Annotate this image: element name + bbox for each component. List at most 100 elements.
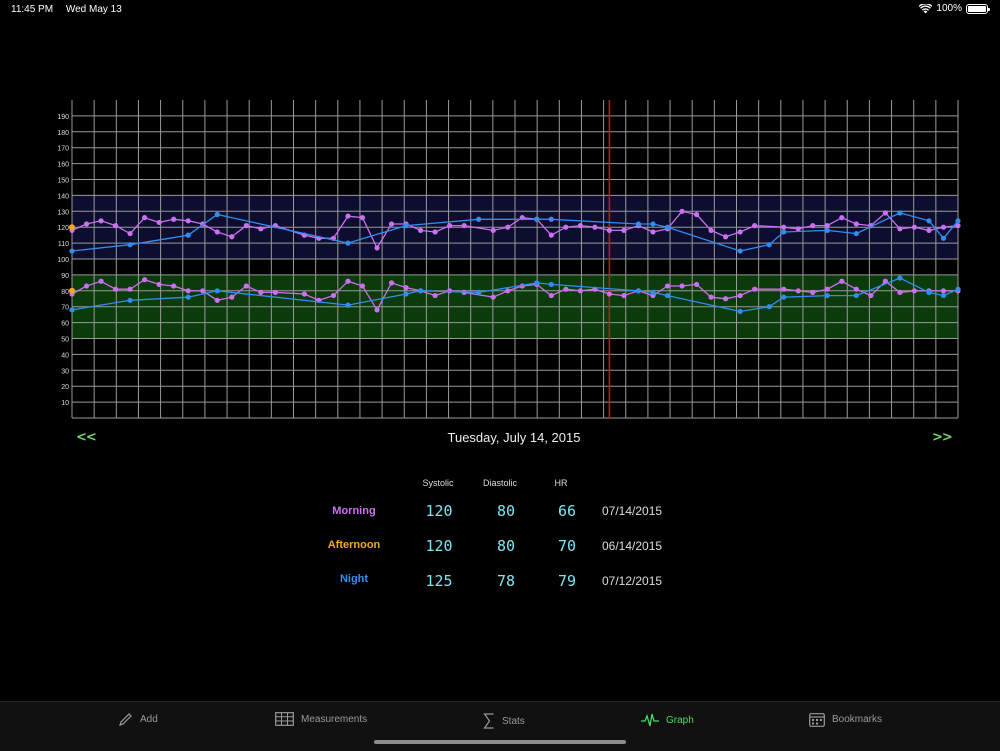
y-tick-label: 140 bbox=[57, 193, 69, 200]
y-tick-label: 110 bbox=[58, 241, 69, 248]
morning-diastolic-point bbox=[272, 289, 278, 295]
night-diastolic-point bbox=[417, 288, 424, 294]
morning-diastolic-point bbox=[345, 278, 351, 284]
morning-systolic-point bbox=[839, 215, 845, 221]
calendar-icon bbox=[809, 713, 825, 727]
morning-diastolic-point bbox=[752, 286, 758, 292]
morning-systolic-point bbox=[911, 224, 918, 230]
row-label-morning: Morning bbox=[332, 505, 376, 517]
morning-systolic-point bbox=[156, 219, 162, 226]
morning-diastolic-point bbox=[374, 307, 380, 313]
y-tick-label: 180 bbox=[57, 130, 69, 137]
y-tick-label: 40 bbox=[61, 352, 69, 359]
night-systolic-point bbox=[897, 210, 903, 216]
morning-diastolic-value: 80 bbox=[496, 502, 516, 520]
night-diastolic-point bbox=[940, 292, 947, 299]
morning-systolic-point bbox=[795, 226, 801, 232]
morning-diastolic-point bbox=[505, 288, 511, 294]
morning-diastolic-point bbox=[447, 288, 453, 294]
morning-diastolic-point bbox=[185, 288, 191, 294]
night-diastolic-point bbox=[781, 294, 787, 300]
morning-diastolic-point bbox=[388, 280, 395, 286]
morning-systolic-point bbox=[505, 224, 511, 230]
night-diastolic-point bbox=[127, 297, 133, 303]
tab-label-bookmarks: Bookmarks bbox=[832, 714, 883, 725]
y-tick-label: 160 bbox=[57, 162, 69, 169]
tab-measurements[interactable]: Measurements bbox=[275, 712, 367, 726]
morning-diastolic-point bbox=[839, 278, 845, 284]
morning-systolic-point bbox=[258, 226, 264, 232]
night-date: 07/12/2015 bbox=[602, 574, 663, 588]
morning-systolic-point bbox=[432, 229, 438, 235]
morning-systolic-point bbox=[98, 218, 104, 224]
night-systolic-point bbox=[548, 216, 554, 222]
morning-date: 07/14/2015 bbox=[602, 504, 663, 518]
morning-systolic-point bbox=[359, 215, 366, 221]
tab-graph[interactable]: Graph bbox=[641, 712, 694, 728]
y-tick-label: 20 bbox=[61, 384, 69, 391]
night-systolic-point bbox=[926, 218, 932, 224]
tab-bookmarks[interactable]: Bookmarks bbox=[809, 712, 882, 727]
tab-label-measurements: Measurements bbox=[301, 713, 368, 725]
morning-diastolic-point bbox=[258, 289, 264, 295]
morning-systolic-point bbox=[345, 213, 351, 219]
morning-diastolic-point bbox=[432, 292, 438, 299]
night-diastolic-point bbox=[635, 288, 642, 294]
morning-diastolic-point bbox=[911, 288, 918, 294]
night-systolic-point bbox=[955, 218, 961, 224]
night-hr-value: 79 bbox=[557, 572, 577, 590]
morning-diastolic-point bbox=[737, 292, 743, 299]
y-tick-label: 70 bbox=[61, 305, 69, 312]
morning-systolic-point bbox=[781, 224, 787, 230]
tab-stats[interactable]: Stats bbox=[483, 712, 525, 730]
y-tick-label: 80 bbox=[61, 289, 69, 296]
morning-diastolic-point bbox=[723, 296, 729, 302]
morning-systolic-point bbox=[606, 227, 613, 233]
afternoon-point bbox=[69, 287, 75, 294]
night-diastolic-point bbox=[403, 291, 409, 297]
morning-diastolic-point bbox=[98, 278, 104, 284]
morning-systolic-point bbox=[388, 221, 395, 227]
morning-diastolic-point bbox=[490, 294, 496, 300]
pencil-icon bbox=[119, 713, 132, 726]
next-period-button[interactable]: >> bbox=[932, 430, 953, 445]
morning-systolic-point bbox=[592, 224, 598, 230]
night-systolic-point bbox=[69, 248, 75, 254]
morning-diastolic-point bbox=[693, 281, 700, 288]
afternoon-point bbox=[69, 224, 75, 231]
morning-systolic-point bbox=[563, 224, 569, 230]
afternoon-date: 06/14/2015 bbox=[602, 539, 663, 553]
night-diastolic-point bbox=[853, 292, 859, 299]
night-diastolic-point bbox=[664, 292, 671, 299]
night-diastolic-point bbox=[650, 289, 656, 295]
morning-diastolic-point bbox=[795, 288, 801, 294]
row-label-afternoon: Afternoon bbox=[327, 539, 381, 551]
morning-systolic-point bbox=[577, 223, 583, 229]
night-systolic-point bbox=[853, 230, 859, 237]
afternoon-systolic-value: 120 bbox=[425, 537, 453, 555]
diastolic-header: Diastolic bbox=[482, 478, 517, 488]
y-tick-label: 90 bbox=[61, 273, 69, 280]
morning-diastolic-point bbox=[708, 294, 714, 300]
morning-systolic-point bbox=[824, 223, 830, 229]
night-diastolic-point bbox=[737, 308, 743, 315]
y-tick-label: 170 bbox=[57, 146, 69, 153]
night-diastolic-point bbox=[548, 281, 554, 288]
night-diastolic-point bbox=[345, 302, 351, 308]
morning-systolic-point bbox=[243, 223, 249, 229]
night-systolic-value: 125 bbox=[425, 572, 453, 590]
night-systolic-point bbox=[403, 223, 409, 229]
night-systolic-point bbox=[940, 235, 947, 241]
morning-systolic-point bbox=[926, 227, 932, 233]
night-systolic-point bbox=[214, 211, 220, 218]
morning-diastolic-point bbox=[679, 283, 685, 289]
morning-diastolic-point bbox=[940, 288, 947, 294]
tab-add[interactable]: Add bbox=[118, 712, 158, 727]
night-diastolic-point bbox=[926, 289, 932, 295]
morning-diastolic-point bbox=[606, 291, 613, 297]
home-indicator bbox=[374, 740, 626, 744]
blood-pressure-chart[interactable]: 10 20 30 40 50 60 70 80 90 100 110 120 130 140 150 160 1… bbox=[0, 0, 1000, 425]
night-systolic-point bbox=[635, 221, 642, 227]
hr-header: HR bbox=[554, 478, 568, 488]
morning-systolic-point bbox=[127, 230, 133, 237]
